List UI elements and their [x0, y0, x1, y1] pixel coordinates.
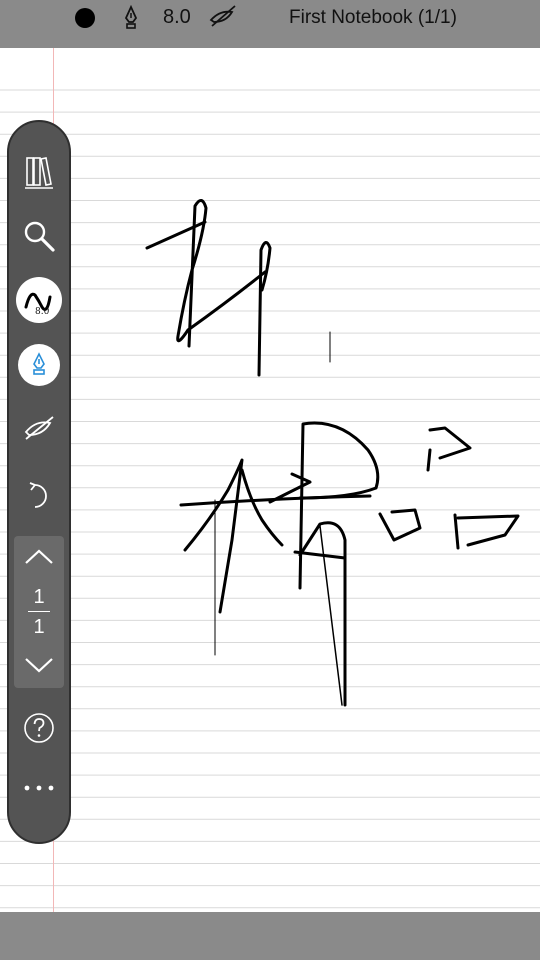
ink-stroke	[298, 421, 380, 590]
current-page: 1	[33, 586, 45, 608]
ink-stroke	[145, 220, 207, 250]
ink-stroke	[426, 448, 432, 472]
pen-size-badge: 8.0	[35, 307, 50, 317]
search-icon	[24, 221, 55, 252]
ink-stroke	[183, 458, 244, 614]
total-pages: 1	[33, 616, 45, 638]
ink-stroke	[456, 514, 520, 547]
pen-width-button[interactable]: 8.0	[9, 276, 69, 324]
pen-tool-button[interactable]	[9, 343, 69, 387]
ink-stroke	[428, 426, 472, 460]
fountain-pen-icon[interactable]	[120, 5, 142, 31]
handwriting-ink	[145, 199, 520, 707]
search-button[interactable]	[9, 214, 69, 258]
more-icon	[24, 785, 54, 791]
ink-stroke	[293, 550, 347, 560]
help-icon	[24, 713, 54, 743]
eraser-button[interactable]	[9, 408, 69, 448]
bottom-bar	[0, 912, 540, 960]
pen-color-swatch[interactable]	[75, 8, 95, 28]
library-button[interactable]	[9, 150, 69, 194]
undo-button[interactable]	[9, 476, 69, 516]
page-down-icon[interactable]	[23, 656, 55, 674]
eraser-icon[interactable]	[208, 4, 238, 28]
page-fraction-line	[28, 611, 50, 612]
fountain-pen-icon	[33, 352, 45, 375]
top-bar: 8.0 First Notebook (1/1)	[0, 0, 540, 48]
page-up-icon[interactable]	[23, 548, 55, 566]
pen-size-value: 8.0	[163, 6, 191, 28]
page-navigator: 1 1	[14, 536, 64, 688]
ink-stroke	[176, 199, 267, 348]
side-toolbar: 8.0 1 1	[7, 120, 71, 844]
undo-icon	[29, 482, 47, 508]
ink-stroke	[240, 468, 284, 547]
eraser-icon	[24, 416, 54, 440]
notebook-title: First Notebook (1/1)	[289, 7, 457, 28]
more-button[interactable]	[9, 776, 69, 800]
help-button[interactable]	[9, 710, 69, 746]
ink-stroke	[257, 241, 272, 377]
notebook-page[interactable]	[0, 48, 540, 912]
ink-stroke	[319, 525, 343, 706]
ink-stroke	[453, 513, 460, 550]
ink-stroke	[378, 508, 422, 542]
library-icon	[25, 157, 53, 189]
